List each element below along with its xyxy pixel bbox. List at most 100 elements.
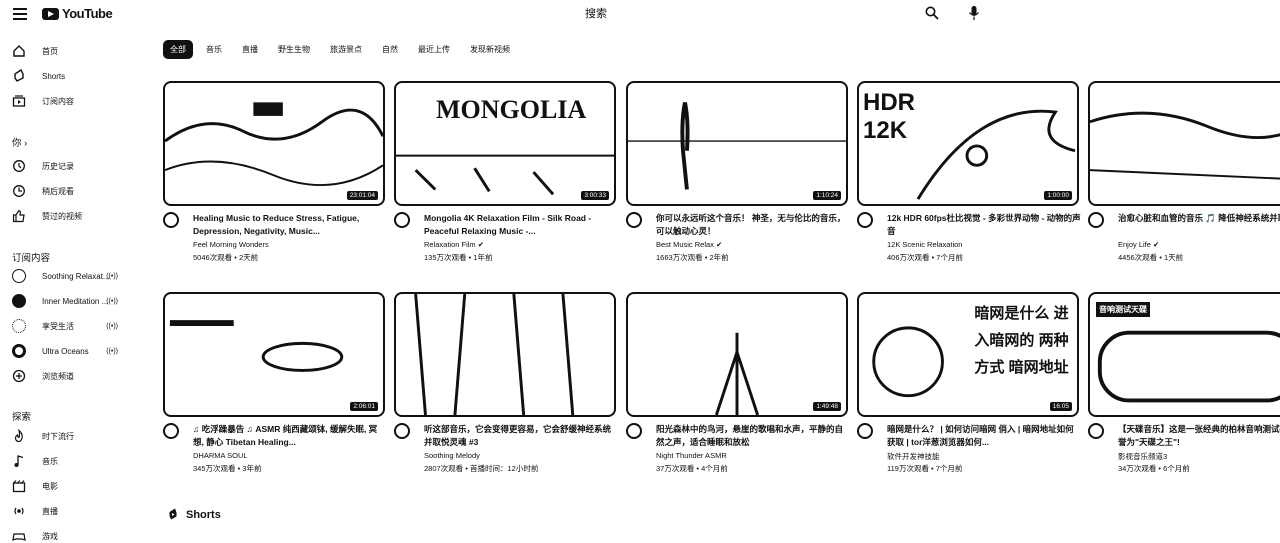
channel-avatar[interactable]: [163, 423, 179, 439]
explore-section-header: 探索: [12, 412, 32, 423]
channel-avatar[interactable]: [394, 423, 410, 439]
video-card[interactable]: 2:06:01 ♫ 吃浮躁暴告 ♫ ASMR 纯西藏颂钵, 缓解失眠, 冥想, 静…: [163, 292, 385, 477]
video-thumbnail[interactable]: 1:10:24: [626, 81, 848, 206]
video-stats: 2807次观看 • 首播时间：12小时前: [424, 464, 539, 473]
search-input[interactable]: [585, 5, 885, 23]
video-title[interactable]: 12k HDR 60fps杜比视觉 - 多彩世界动物 - 动物的声音: [887, 212, 1081, 238]
sidebar-item-subscriptions[interactable]: 订阅内容: [12, 91, 132, 111]
channel-name[interactable]: Best Music Relax ✔: [656, 240, 722, 249]
video-title[interactable]: Healing Music to Reduce Stress, Fatigue,…: [193, 212, 387, 238]
sidebar-item-watch-later[interactable]: 稍后观看: [12, 181, 132, 201]
channel-name[interactable]: 软件开发神技能: [887, 451, 940, 462]
history-icon: [13, 160, 25, 172]
video-thumbnail[interactable]: HDR 12K 1:00:00: [857, 81, 1079, 206]
chip-all[interactable]: 全部: [163, 39, 193, 59]
channel-avatar[interactable]: [857, 212, 873, 228]
channel-avatar[interactable]: [626, 423, 642, 439]
channel-avatar[interactable]: [1088, 212, 1104, 228]
channel-name[interactable]: Relaxation Film ✔: [424, 240, 484, 249]
video-thumbnail[interactable]: 音响测试天碟: [1088, 292, 1280, 417]
video-title[interactable]: Mongolia 4K Relaxation Film - Silk Road …: [424, 212, 618, 238]
video-title[interactable]: 治愈心脏和血管的音乐 🎵 降低神经系统并取悦灵魂: [1118, 212, 1280, 238]
subscription-channel[interactable]: Inner Meditation ... ((•)): [12, 291, 132, 311]
chip-recently-uploaded[interactable]: 最近上传: [411, 40, 457, 59]
video-meta: 暗网是什么？ | 如何访问暗网 俏入 | 暗网地址如何获取 | tor洋葱浏览器…: [857, 417, 1079, 477]
video-title[interactable]: 听这部音乐，它会变得更容易，它会舒缓神经系统并取悦灵魂 #3: [424, 423, 618, 449]
video-card[interactable]: 1:49:48 阳光森林中的鸟河，悬崖的歌唱和水声，平静的自然之声，适合睡眠和放松…: [626, 292, 848, 477]
subscription-channel[interactable]: Soothing Relaxat... ((•)): [12, 266, 132, 286]
video-card[interactable]: 听这部音乐，它会变得更容易，它会舒缓神经系统并取悦灵魂 #3 Soothing M…: [394, 292, 616, 477]
chip-wildlife[interactable]: 野生生物: [271, 40, 317, 59]
video-card[interactable]: MONGOLIA 3:00:33 Mongolia 4K Relaxation Fi…: [394, 81, 616, 266]
chip-live[interactable]: 直播: [235, 40, 265, 59]
sidebar-item-label: 历史记录: [42, 161, 74, 171]
video-title[interactable]: 阳光森林中的鸟河，悬崖的歌唱和水声，平静的自然之声，适合睡眠和放松: [656, 423, 850, 449]
search-icon[interactable]: [925, 6, 939, 20]
sidebar-item-label: 稍后观看: [42, 186, 74, 196]
video-stats: 4456次观看 • 1天前: [1118, 253, 1184, 262]
channel-avatar[interactable]: [1088, 423, 1104, 439]
sidebar-item-browse-channels[interactable]: 浏览频道: [12, 366, 132, 386]
video-thumbnail[interactable]: 2:06:01: [163, 292, 385, 417]
video-stats: 135万次观看 • 1年前: [424, 253, 493, 262]
video-stats: 34万次观看 • 6个月前: [1118, 464, 1190, 473]
channel-name[interactable]: Enjoy Life ✔: [1118, 240, 1159, 249]
sidebar-item-music[interactable]: 音乐: [12, 451, 132, 471]
subscription-channel[interactable]: 享受生活 ((•)): [12, 316, 132, 336]
channel-avatar[interactable]: [626, 212, 642, 228]
channel-avatar[interactable]: [163, 212, 179, 228]
channel-name[interactable]: 影视音乐频道3: [1118, 451, 1167, 462]
channel-avatar[interactable]: [394, 212, 410, 228]
sidebar-item-live[interactable]: 直播: [12, 501, 132, 521]
microphone-icon[interactable]: [968, 5, 980, 21]
video-title[interactable]: ♫ 吃浮躁暴告 ♫ ASMR 纯西藏颂钵, 缓解失眠, 冥想, 静心 Tibet…: [193, 423, 387, 449]
clock-icon: [13, 185, 25, 197]
sidebar-item-trending[interactable]: 时下流行: [12, 426, 132, 446]
video-thumbnail[interactable]: 暗网是什么 进入暗网的 两种方式 暗网地址 16:05: [857, 292, 1079, 417]
subscription-label: Soothing Relaxat...: [42, 271, 110, 281]
sidebar-item-label: 音乐: [42, 456, 58, 466]
sidebar-item-home[interactable]: 首页: [12, 41, 132, 61]
video-card[interactable]: HDR 12K 1:00:00 12k HDR 60fps杜比视觉 - 多彩世界动物…: [857, 81, 1081, 266]
video-duration: 1:10:24: [813, 191, 841, 200]
video-thumbnail[interactable]: 23:01:04: [163, 81, 385, 206]
menu-icon[interactable]: [13, 8, 27, 20]
video-title[interactable]: 暗网是什么？ | 如何访问暗网 俏入 | 暗网地址如何获取 | tor洋葱浏览器…: [887, 423, 1081, 449]
video-title[interactable]: 【天碟音乐】这是一张经典的柏林音响测试碟，被誉为"天碟之王"!: [1118, 423, 1280, 449]
channel-name[interactable]: Feel Morning Wonders: [193, 240, 269, 249]
thumbnail-image: [414, 294, 575, 415]
video-meta: 阳光森林中的鸟河，悬崖的歌唱和水声，平静的自然之声，适合睡眠和放松 Night T…: [626, 417, 848, 477]
channel-name[interactable]: 12K Scenic Relaxation: [887, 240, 962, 249]
sidebar: 首页 Shorts 订阅内容 你 › 历史记录 稍后观看 赞过的视频 订阅内容 …: [0, 36, 140, 543]
sidebar-item-shorts[interactable]: Shorts: [12, 66, 132, 86]
live-indicator-icon: ((•)): [106, 322, 118, 330]
channel-name[interactable]: DHARMA SOUL: [193, 451, 248, 460]
youtube-logo[interactable]: YouTube: [42, 6, 113, 21]
video-thumbnail[interactable]: MONGOLIA 3:00:33: [394, 81, 616, 206]
sidebar-item-history[interactable]: 历史记录: [12, 156, 132, 176]
video-card[interactable]: 23:01:04 Healing Music to Reduce Stress, …: [163, 81, 385, 266]
video-thumbnail[interactable]: 1:49:48: [626, 292, 848, 417]
chip-music[interactable]: 音乐: [199, 40, 229, 59]
video-meta: 【天碟音乐】这是一张经典的柏林音响测试碟，被誉为"天碟之王"! 影视音乐频道3 34…: [1088, 417, 1280, 477]
sidebar-item-movies[interactable]: 电影: [12, 476, 132, 496]
sidebar-item-liked[interactable]: 赞过的视频: [12, 206, 132, 226]
video-card[interactable]: 暗网是什么 进入暗网的 两种方式 暗网地址 16:05 暗网是什么？ | 如何访问暗…: [857, 292, 1079, 477]
video-title[interactable]: 你可以永远听这个音乐！ 神圣，无与伦比的音乐，可以触动心灵！: [656, 212, 850, 238]
video-thumbnail[interactable]: [1088, 81, 1280, 206]
video-card[interactable]: 治愈心脏和血管的音乐 🎵 降低神经系统并取悦灵魂 Enjoy Life ✔ 4456…: [1088, 81, 1280, 266]
chip-travel[interactable]: 旅游景点: [323, 40, 369, 59]
video-card[interactable]: 音响测试天碟【天碟音乐】这是一张经典的柏林音响测试碟，被誉为"天碟之王"! 影视音…: [1088, 292, 1280, 477]
channel-name[interactable]: Night Thunder ASMR: [656, 451, 727, 460]
subscription-label: Ultra Oceans: [42, 346, 89, 356]
video-thumbnail[interactable]: [394, 292, 616, 417]
channel-avatar[interactable]: [857, 423, 873, 439]
chip-new-to-you[interactable]: 发现新视频: [463, 40, 517, 59]
subscription-channel[interactable]: Ultra Oceans ((•)): [12, 341, 132, 361]
chip-nature[interactable]: 自然: [375, 40, 405, 59]
top-bar: YouTube: [0, 0, 1280, 30]
sidebar-item-gaming[interactable]: 游戏: [12, 526, 132, 543]
video-card[interactable]: 1:10:24 你可以永远听这个音乐！ 神圣，无与伦比的音乐，可以触动心灵！ Bes…: [626, 81, 848, 266]
channel-name[interactable]: Soothing Melody: [424, 451, 480, 460]
you-section-header[interactable]: 你 ›: [12, 135, 27, 149]
